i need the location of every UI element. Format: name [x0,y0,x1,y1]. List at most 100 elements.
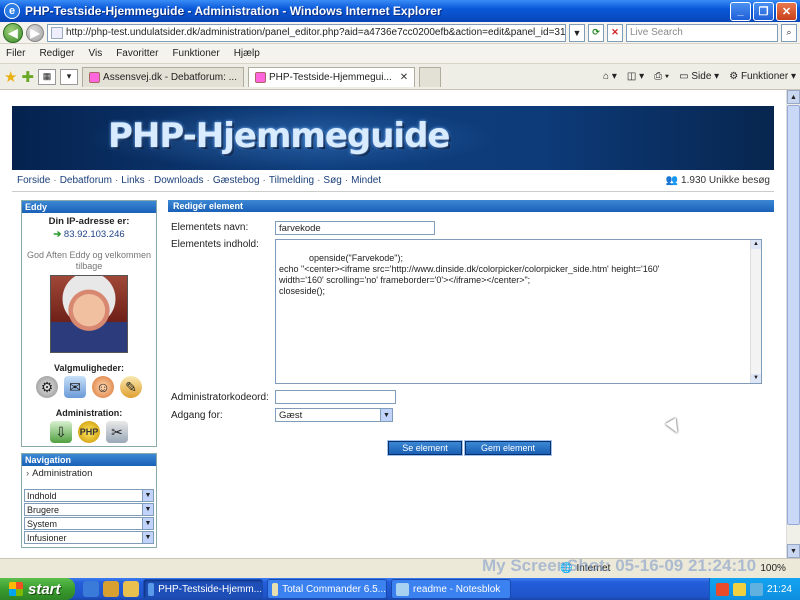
nav-link-debatforum[interactable]: Debatforum [60,175,112,186]
tab-assensvej[interactable]: Assensvej.dk - Debatforum: ... [82,66,244,87]
messages-icon[interactable]: ✎ [120,376,142,398]
address-dropdown-icon[interactable]: ▼ [569,23,585,42]
tab-php-testside[interactable]: PHP-Testside-Hjemmegui... ✕ [247,66,416,87]
scroll-thumb[interactable] [787,105,800,525]
menu-rediger[interactable]: Rediger [39,48,74,59]
screenshot-watermark: My ScreenShot: 05-16-09 21:24:10 [482,556,757,575]
task-total-commander[interactable]: Total Commander 6.5... [267,579,387,599]
nav-link-tilmelding[interactable]: Tilmelding [269,175,314,186]
favorites-star-icon[interactable]: ★ [4,68,17,86]
editor-header: Redigér element [168,200,774,212]
desktop-quicklaunch-icon[interactable] [103,581,119,597]
admin-label: Administration: [55,408,123,418]
maximize-button[interactable]: ❐ [753,1,774,21]
tray-app-icon[interactable] [732,582,746,596]
refresh-icon[interactable]: ⟳ [588,23,604,42]
forward-button[interactable]: ▶ [26,23,44,42]
page-menu[interactable]: ▭ Side ▾ [679,71,719,82]
scroll-up-icon[interactable]: ▲ [787,90,800,104]
nav-link-forside[interactable]: Forside [17,175,50,186]
ie-icon: e [4,3,20,19]
gear-icon[interactable]: ⚙ [36,376,58,398]
textarea-scrollbar[interactable]: ▲ ▼ [750,240,761,383]
zoom-level[interactable]: 100% [760,563,786,574]
left-sidebar: Eddy Din IP-adresse er: ➔ 83.92.103.246 … [21,200,157,554]
ip-value: 83.92.103.246 [63,229,125,240]
menu-bar: Filer Rediger Vis Favoritter Funktioner … [0,44,800,64]
select-infusioner[interactable]: Infusioner ▼ [24,531,154,544]
nav-link-soeg[interactable]: Søg [323,175,341,186]
navigation-panel: Navigation › Administration Indhold ▼ Brug… [21,453,157,548]
tray-app-icon[interactable] [749,582,763,596]
start-button[interactable]: start [0,578,75,600]
php-icon[interactable]: PHP [78,421,100,443]
download-icon[interactable]: ⇩ [50,421,72,443]
stop-icon[interactable]: ✕ [607,23,623,42]
address-row: ◀ ▶ http://php-test.undulatsider.dk/admi… [0,22,800,44]
avatar [50,275,128,353]
title-bar: e PHP-Testside-Hjemmeguide - Administrat… [0,0,800,22]
task-ie[interactable]: PHP-Testside-Hjemm... [143,579,263,599]
new-tab-button[interactable] [419,66,442,87]
feeds-icon[interactable]: ◫ ▾ [627,71,644,82]
ie-quicklaunch-icon[interactable] [83,581,99,597]
access-select[interactable]: Gæst ▼ [275,408,393,422]
chevron-down-icon: ▼ [142,518,153,529]
close-tab-icon[interactable]: ✕ [400,72,408,83]
menu-funktioner[interactable]: Funktioner [172,48,219,59]
nav-item-administration[interactable]: › Administration [26,468,152,479]
select-system[interactable]: System ▼ [24,517,154,530]
search-input[interactable]: Live Search [626,23,778,42]
page-icon [51,26,63,39]
search-icon[interactable]: ⌕ [781,23,797,42]
element-content-textarea[interactable]: openside("Farvekode"); echo "<center><if… [275,239,762,384]
page-menu-label: Side [691,71,712,82]
menu-filer[interactable]: Filer [6,48,25,59]
site-logo: PHP-Hjemmeguide [108,116,450,156]
tools-menu[interactable]: ⚙ Funktioner ▾ [729,71,796,82]
navigation-list: › Administration [22,466,156,481]
page-scrollbar[interactable]: ▲ ▼ [786,90,800,558]
tools-icon[interactable]: ✂ [106,421,128,443]
element-name-input[interactable]: farvekode [275,221,435,235]
address-bar[interactable]: http://php-test.undulatsider.dk/administ… [47,23,566,42]
taskbar: start PHP-Testside-Hjemm... Total Comman… [0,578,800,600]
tab-list-dropdown-icon[interactable]: ▾ [60,68,79,85]
close-button[interactable]: ✕ [776,1,797,21]
chevron-down-icon: ▼ [380,409,392,421]
home-icon[interactable]: ⌂ ▾ [603,71,617,82]
minimize-button[interactable]: _ [730,1,751,21]
password-label: Administratorkodeord: [171,392,269,403]
tab-label: PHP-Testside-Hjemmegui... [268,71,392,83]
menu-vis[interactable]: Vis [88,48,102,59]
nav-link-downloads[interactable]: Downloads [154,175,203,186]
users-icon[interactable]: ☺ [92,376,114,398]
nav-link-gaestebog[interactable]: Gæstebog [213,175,260,186]
user-panel-title: Eddy [22,201,156,213]
main-column: Redigér element Elementets navn: farveko… [168,200,774,554]
task-notepad[interactable]: readme - Notesblok [391,579,511,599]
mail-icon[interactable]: ✉ [64,376,86,398]
view-element-button[interactable]: Se element [387,440,463,456]
start-label: start [28,580,61,598]
nav-link-mindet[interactable]: Mindet [351,175,381,186]
tray-app-icon[interactable] [715,582,729,596]
admin-password-input[interactable] [275,390,396,404]
select-indhold-value: Indhold [27,490,57,501]
access-label: Adgang for: [171,410,223,421]
explorer-quicklaunch-icon[interactable] [123,581,139,597]
print-icon[interactable]: ⎙ ▾ [654,71,669,82]
menu-hjaelp[interactable]: Hjælp [234,48,260,59]
nav-item-label: Administration [32,468,93,479]
select-brugere[interactable]: Brugere ▼ [24,503,154,516]
back-button[interactable]: ◀ [3,22,23,43]
quick-tabs-icon[interactable]: ▦ [38,68,57,85]
scroll-down-icon[interactable]: ▼ [787,544,800,558]
add-favorites-icon[interactable]: ✚ [21,68,34,86]
select-indhold[interactable]: Indhold ▼ [24,489,154,502]
tab-label: Assensvej.dk - Debatforum: ... [103,71,237,83]
save-element-button[interactable]: Gem element [464,440,552,456]
nav-link-links[interactable]: Links [121,175,144,186]
menu-favoritter[interactable]: Favoritter [116,48,158,59]
chevron-down-icon: ▼ [142,504,153,515]
